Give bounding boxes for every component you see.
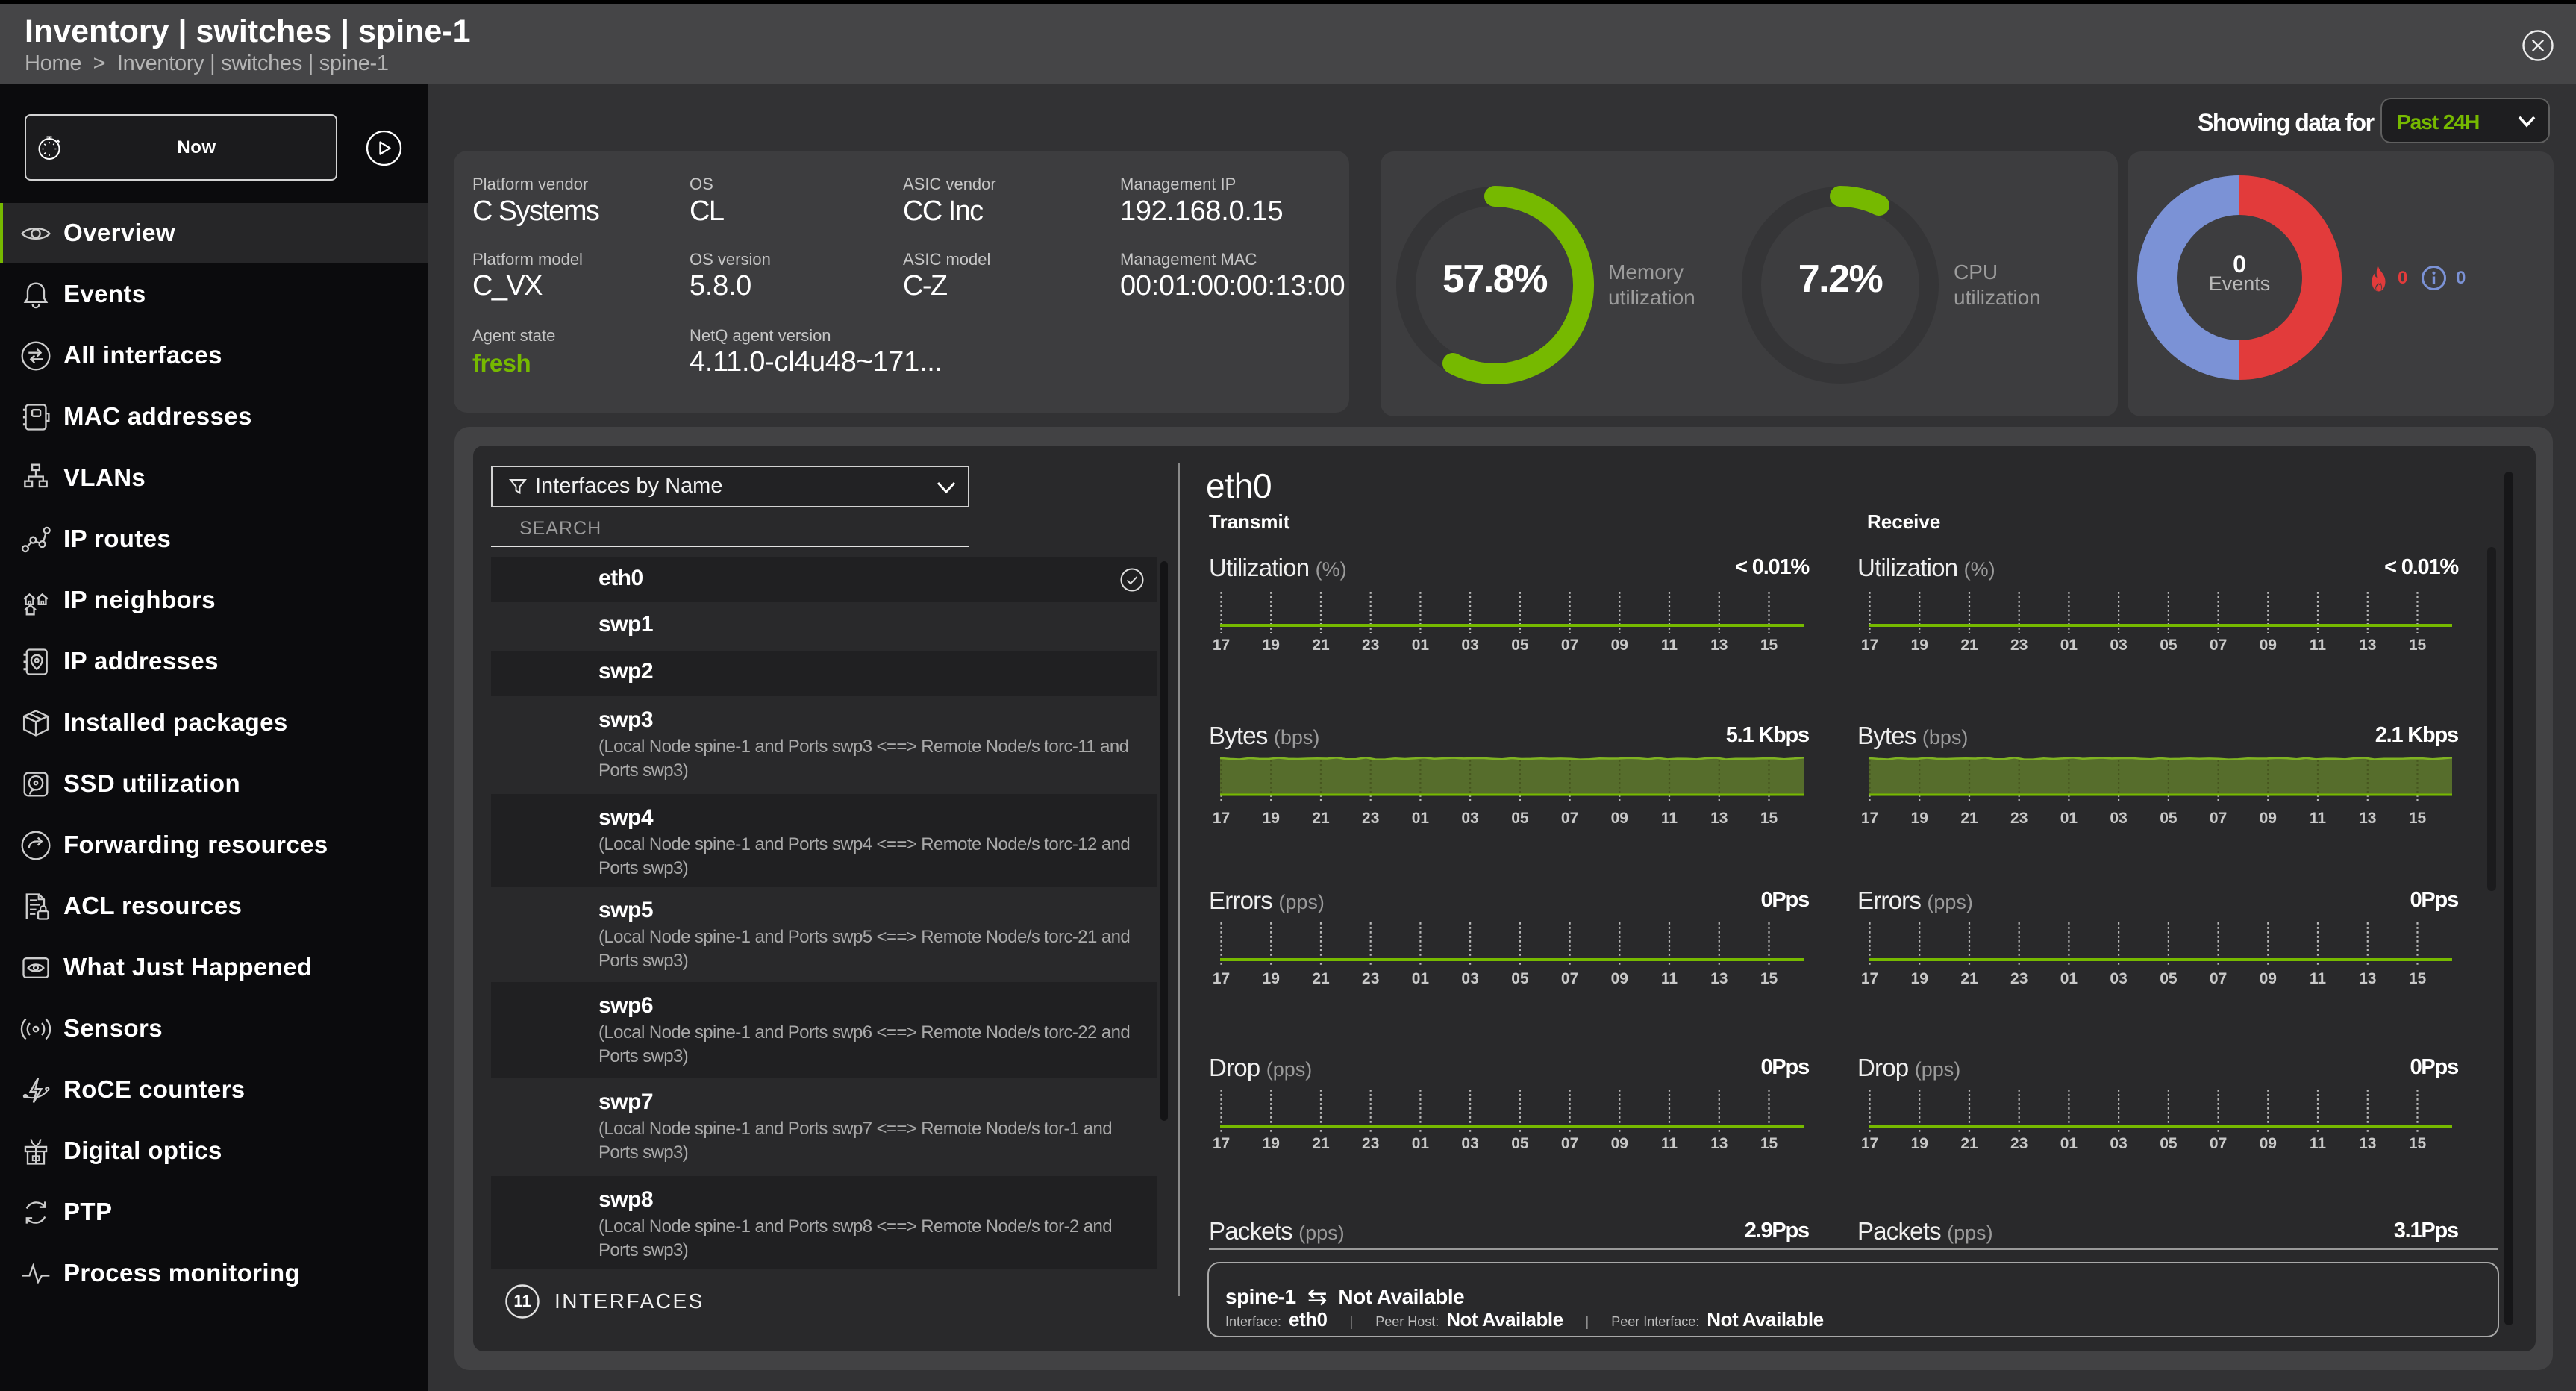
- svg-text:07: 07: [1561, 637, 1578, 654]
- svg-text:13: 13: [1710, 970, 1728, 987]
- svg-text:15: 15: [2409, 1135, 2427, 1152]
- svg-text:21: 21: [1960, 1135, 1978, 1152]
- svg-text:15: 15: [1760, 637, 1778, 654]
- svg-text:03: 03: [2110, 810, 2127, 827]
- svg-text:11: 11: [1661, 1135, 1678, 1152]
- svg-text:11: 11: [1661, 637, 1678, 654]
- svg-text:13: 13: [2359, 1135, 2376, 1152]
- svg-text:15: 15: [1760, 810, 1778, 827]
- svg-text:09: 09: [2260, 1135, 2277, 1152]
- svg-text:17: 17: [1861, 637, 1878, 654]
- svg-text:21: 21: [1312, 637, 1330, 654]
- svg-text:23: 23: [2010, 637, 2028, 654]
- svg-text:05: 05: [2160, 637, 2178, 654]
- svg-text:19: 19: [1911, 810, 1928, 827]
- svg-text:05: 05: [1511, 970, 1529, 987]
- svg-text:01: 01: [2060, 637, 2078, 654]
- svg-text:13: 13: [1710, 637, 1728, 654]
- svg-text:01: 01: [1412, 970, 1430, 987]
- svg-text:13: 13: [2359, 970, 2376, 987]
- svg-text:19: 19: [1263, 1135, 1280, 1152]
- svg-text:03: 03: [2110, 970, 2127, 987]
- svg-text:19: 19: [1911, 970, 1928, 987]
- svg-text:09: 09: [1611, 970, 1628, 987]
- svg-text:05: 05: [2160, 1135, 2178, 1152]
- svg-text:23: 23: [2010, 1135, 2028, 1152]
- svg-text:17: 17: [1213, 1135, 1230, 1152]
- svg-text:11: 11: [2310, 810, 2327, 827]
- svg-text:17: 17: [1861, 810, 1878, 827]
- svg-text:03: 03: [1461, 810, 1478, 827]
- svg-text:05: 05: [2160, 810, 2178, 827]
- svg-text:15: 15: [1760, 970, 1778, 987]
- svg-text:01: 01: [2060, 810, 2078, 827]
- svg-text:19: 19: [1911, 1135, 1928, 1152]
- svg-text:07: 07: [1561, 810, 1578, 827]
- svg-text:11: 11: [2310, 637, 2327, 654]
- svg-text:09: 09: [1611, 637, 1628, 654]
- svg-text:13: 13: [1710, 810, 1728, 827]
- svg-text:07: 07: [1561, 1135, 1578, 1152]
- svg-text:15: 15: [2409, 810, 2427, 827]
- svg-text:17: 17: [1861, 970, 1878, 987]
- svg-text:09: 09: [1611, 1135, 1628, 1152]
- svg-text:21: 21: [1312, 970, 1330, 987]
- svg-text:01: 01: [1412, 810, 1430, 827]
- svg-text:21: 21: [1960, 970, 1978, 987]
- svg-text:13: 13: [2359, 810, 2376, 827]
- svg-text:23: 23: [2010, 970, 2028, 987]
- svg-text:09: 09: [2260, 970, 2277, 987]
- svg-text:07: 07: [2210, 1135, 2227, 1152]
- svg-text:07: 07: [2210, 970, 2227, 987]
- svg-text:15: 15: [1760, 1135, 1778, 1152]
- svg-text:03: 03: [1461, 637, 1478, 654]
- svg-text:21: 21: [1960, 637, 1978, 654]
- svg-text:23: 23: [1362, 637, 1379, 654]
- svg-text:05: 05: [1511, 810, 1529, 827]
- svg-text:07: 07: [2210, 637, 2227, 654]
- svg-text:13: 13: [1710, 1135, 1728, 1152]
- svg-text:05: 05: [1511, 1135, 1529, 1152]
- svg-text:01: 01: [2060, 970, 2078, 987]
- svg-text:11: 11: [1661, 970, 1678, 987]
- svg-text:13: 13: [2359, 637, 2376, 654]
- svg-text:03: 03: [2110, 637, 2127, 654]
- svg-text:01: 01: [1412, 1135, 1430, 1152]
- svg-text:03: 03: [1461, 970, 1478, 987]
- svg-text:21: 21: [1960, 810, 1978, 827]
- svg-text:19: 19: [1263, 637, 1280, 654]
- svg-text:17: 17: [1213, 810, 1230, 827]
- svg-text:01: 01: [2060, 1135, 2078, 1152]
- svg-text:17: 17: [1213, 970, 1230, 987]
- svg-text:09: 09: [1611, 810, 1628, 827]
- svg-text:15: 15: [2409, 970, 2427, 987]
- svg-text:23: 23: [1362, 970, 1379, 987]
- svg-text:23: 23: [1362, 810, 1379, 827]
- svg-text:19: 19: [1911, 637, 1928, 654]
- svg-text:11: 11: [513, 1292, 531, 1310]
- svg-text:19: 19: [1263, 970, 1280, 987]
- svg-text:17: 17: [1861, 1135, 1878, 1152]
- svg-text:11: 11: [2310, 1135, 2327, 1152]
- svg-text:07: 07: [1561, 970, 1578, 987]
- svg-text:21: 21: [1312, 810, 1330, 827]
- svg-text:19: 19: [1263, 810, 1280, 827]
- svg-text:21: 21: [1312, 1135, 1330, 1152]
- svg-text:23: 23: [1362, 1135, 1379, 1152]
- svg-text:09: 09: [2260, 810, 2277, 827]
- svg-text:07: 07: [2210, 810, 2227, 827]
- svg-text:03: 03: [2110, 1135, 2127, 1152]
- svg-text:03: 03: [1461, 1135, 1478, 1152]
- svg-text:15: 15: [2409, 637, 2427, 654]
- svg-text:11: 11: [1661, 810, 1678, 827]
- svg-text:05: 05: [2160, 970, 2178, 987]
- svg-text:11: 11: [2310, 970, 2327, 987]
- svg-text:01: 01: [1412, 637, 1430, 654]
- svg-text:09: 09: [2260, 637, 2277, 654]
- svg-text:17: 17: [1213, 637, 1230, 654]
- svg-text:23: 23: [2010, 810, 2028, 827]
- svg-text:05: 05: [1511, 637, 1529, 654]
